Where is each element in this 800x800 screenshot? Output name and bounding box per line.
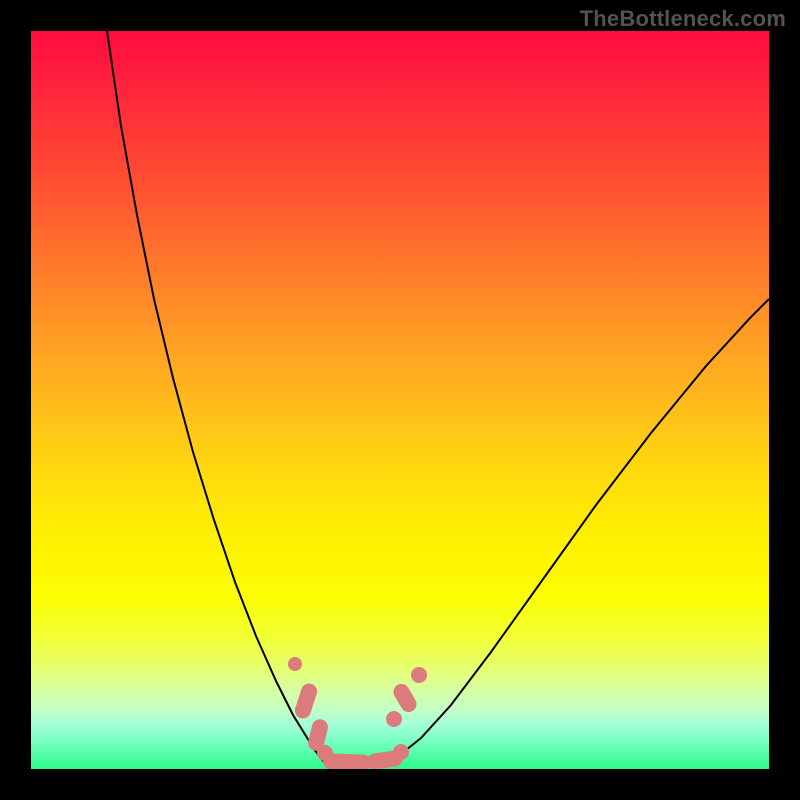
marker-cluster xyxy=(288,657,427,769)
marker-dot xyxy=(393,744,409,760)
marker-bar xyxy=(323,753,372,769)
plot-area xyxy=(31,31,769,769)
marker-bar xyxy=(391,681,420,715)
watermark-label: TheBottleneck.com xyxy=(580,6,786,32)
marker-bar xyxy=(293,681,319,720)
bottleneck-curve xyxy=(107,31,769,765)
marker-dot xyxy=(386,711,402,727)
curve-path xyxy=(107,31,769,765)
chart-frame: TheBottleneck.com xyxy=(0,0,800,800)
marker-dot xyxy=(411,667,427,683)
curve-layer xyxy=(31,31,769,769)
marker-dot xyxy=(288,657,302,671)
